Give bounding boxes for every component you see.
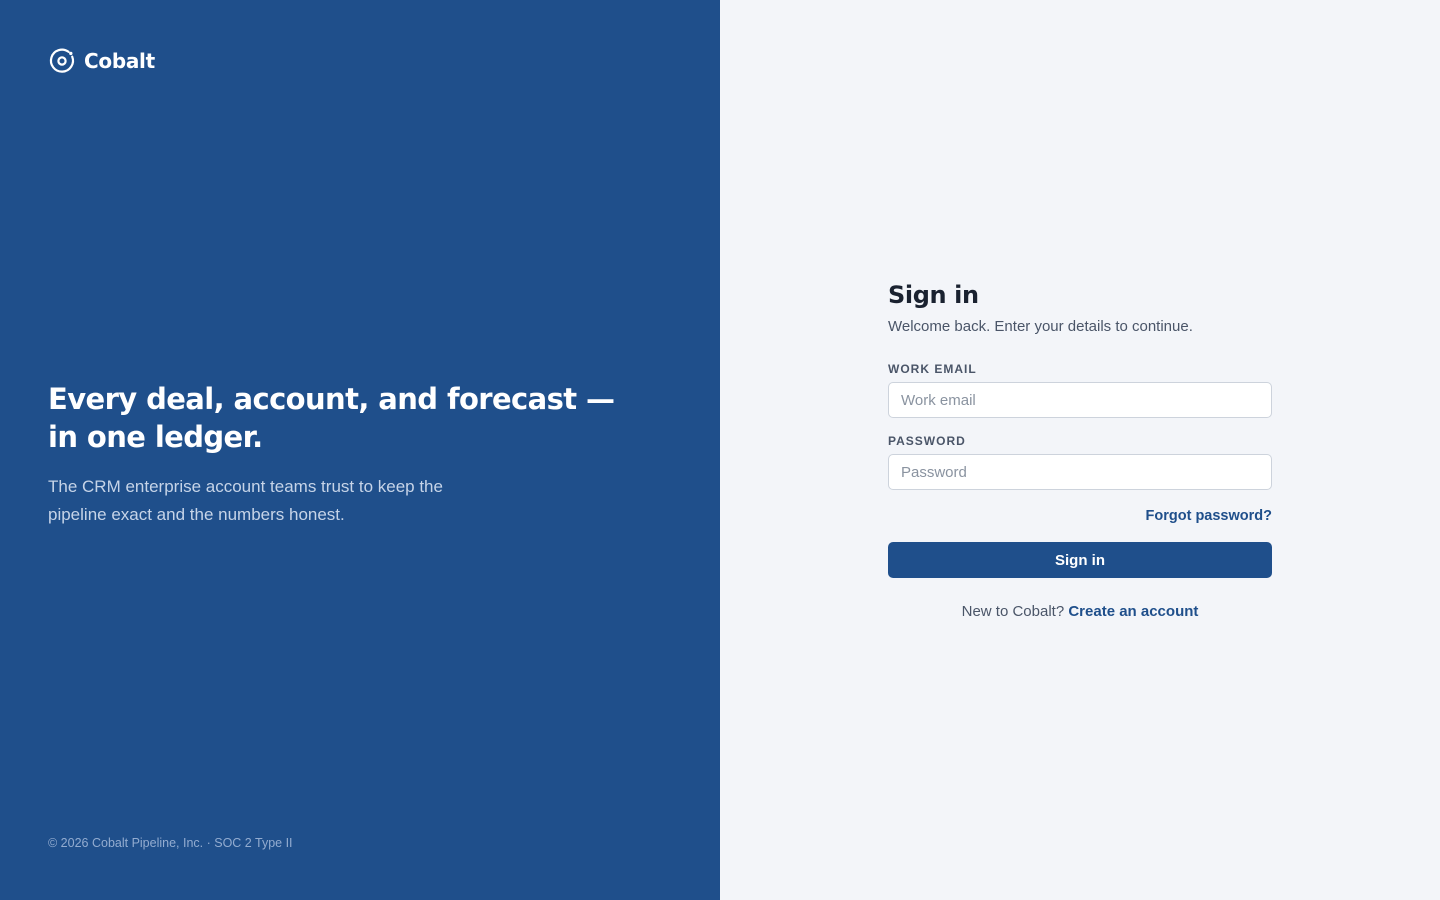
signin-form: Sign in Welcome back. Enter your details… bbox=[888, 280, 1272, 620]
email-field[interactable] bbox=[888, 382, 1272, 418]
signup-prompt: New to Cobalt? bbox=[961, 603, 1065, 620]
signin-title: Sign in bbox=[888, 281, 979, 309]
hero-title: Every deal, account, and forecast — in o… bbox=[48, 382, 615, 454]
forgot-row: Forgot password? bbox=[888, 507, 1272, 525]
email-label: WORK EMAIL bbox=[888, 362, 977, 376]
signin-button[interactable]: Sign in bbox=[888, 542, 1272, 578]
password-field[interactable] bbox=[888, 454, 1272, 490]
signup-row: New to Cobalt? Create an account bbox=[888, 603, 1272, 620]
forgot-password-link[interactable]: Forgot password? bbox=[1146, 508, 1272, 524]
footer-note: © 2026 Cobalt Pipeline, Inc. · SOC 2 Typ… bbox=[48, 836, 293, 850]
form-panel: Sign in Welcome back. Enter your details… bbox=[720, 0, 1440, 900]
password-label: PASSWORD bbox=[888, 434, 966, 448]
orbit-icon bbox=[49, 48, 74, 73]
hero: Every deal, account, and forecast — in o… bbox=[48, 380, 648, 529]
create-account-link[interactable]: Create an account bbox=[1068, 603, 1198, 620]
signin-subtitle: Welcome back. Enter your details to cont… bbox=[888, 318, 1193, 335]
brand-panel: Cobalt Every deal, account, and forecast… bbox=[0, 0, 720, 900]
logo[interactable]: Cobalt bbox=[48, 47, 155, 75]
hero-subtitle: The CRM enterprise account teams trust t… bbox=[48, 477, 443, 524]
brand-name: Cobalt bbox=[84, 49, 155, 73]
